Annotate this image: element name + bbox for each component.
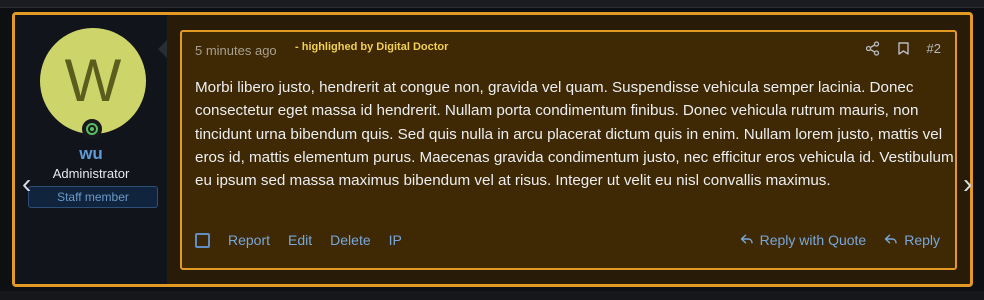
delete-link[interactable]: Delete — [330, 232, 370, 248]
staff-badge: Staff member — [28, 186, 158, 208]
edit-link[interactable]: Edit — [288, 232, 312, 248]
select-checkbox[interactable] — [195, 232, 210, 248]
reply-label: Reply — [904, 232, 940, 248]
reply-with-quote-button[interactable]: Reply with Quote — [740, 232, 867, 248]
post-footer-actions: Report Edit Delete IP — [195, 232, 402, 248]
message-arrow — [158, 40, 167, 58]
highlight-note: - highlighed by Digital Doctor — [295, 41, 449, 53]
report-link[interactable]: Report — [228, 232, 270, 248]
bottom-strip — [0, 291, 984, 300]
reply-actions: Reply with Quote Reply — [740, 232, 940, 248]
username-link[interactable]: wu — [15, 144, 167, 164]
share-icon[interactable] — [865, 41, 880, 56]
post-message: Morbi libero justo, hendrerit at congue … — [195, 79, 954, 190]
reply-button[interactable]: Reply — [884, 232, 940, 248]
online-status-icon — [82, 119, 102, 139]
chevron-right-icon[interactable]: › — [963, 170, 972, 198]
reply-arrow-icon — [740, 233, 754, 247]
post-time[interactable]: 5 minutes ago — [195, 43, 277, 58]
thread-page: W wu Administrator Staff member 5 minute… — [0, 0, 984, 300]
post-meta-actions: #2 — [865, 41, 941, 56]
reply-with-quote-label: Reply with Quote — [759, 232, 867, 248]
ip-link[interactable]: IP — [389, 232, 402, 248]
chevron-left-icon[interactable]: ‹ — [22, 170, 31, 198]
bookmark-icon[interactable] — [896, 41, 911, 56]
user-title: Administrator — [52, 166, 130, 181]
top-strip — [0, 0, 984, 8]
reply-icon — [884, 233, 898, 247]
post-number[interactable]: #2 — [927, 41, 941, 56]
